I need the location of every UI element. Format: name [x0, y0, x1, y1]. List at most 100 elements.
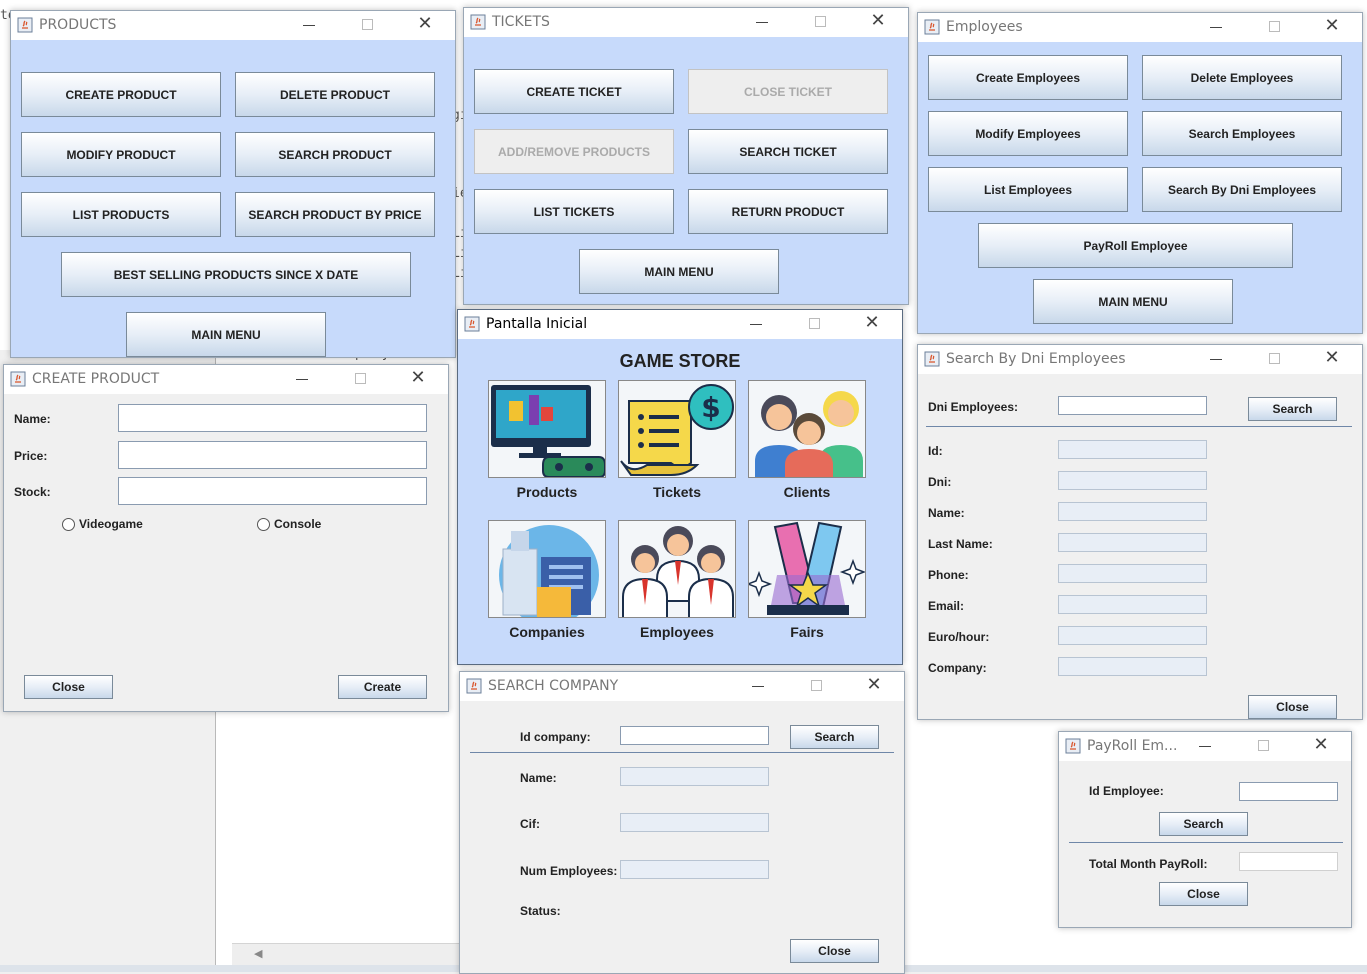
- search-company-titlebar[interactable]: SEARCH COMPANY ✕: [460, 672, 904, 701]
- total-month-payroll-label: Total Month PayRoll:: [1089, 857, 1208, 871]
- main-menu-button[interactable]: MAIN MENU: [1033, 279, 1233, 324]
- search-by-dni-button[interactable]: Search By Dni Employees: [1142, 167, 1342, 212]
- separator: [470, 752, 894, 753]
- close-icon[interactable]: ✕: [1320, 16, 1344, 38]
- close-icon[interactable]: ✕: [413, 14, 437, 36]
- search-ticket-button[interactable]: SEARCH TICKET: [688, 129, 888, 174]
- search-product-button[interactable]: SEARCH PRODUCT: [235, 132, 435, 177]
- dni-field-label: Dni:: [928, 475, 952, 489]
- best-selling-products-button[interactable]: BEST SELLING PRODUCTS SINCE X DATE: [61, 252, 411, 297]
- close-button[interactable]: Close: [790, 939, 879, 963]
- minimize-icon[interactable]: [744, 313, 768, 335]
- search-employees-button[interactable]: Search Employees: [1142, 111, 1342, 156]
- company-field: [1058, 657, 1207, 676]
- close-icon[interactable]: ✕: [1309, 735, 1333, 757]
- fairs-tile[interactable]: [748, 520, 866, 618]
- minimize-icon[interactable]: [1204, 16, 1228, 38]
- employees-titlebar[interactable]: Employees ✕: [918, 13, 1362, 42]
- price-field[interactable]: [118, 441, 427, 469]
- maximize-icon[interactable]: [348, 368, 372, 390]
- products-titlebar[interactable]: PRODUCTS ✕: [11, 11, 455, 40]
- create-product-button[interactable]: CREATE PRODUCT: [21, 72, 221, 117]
- window-title: Search By Dni Employees: [946, 351, 1126, 367]
- companies-tile[interactable]: [488, 520, 606, 618]
- main-menu-button[interactable]: MAIN MENU: [579, 249, 779, 294]
- company-label: Company:: [928, 661, 987, 675]
- stock-field[interactable]: [118, 477, 427, 505]
- last-name-field: [1058, 533, 1207, 552]
- list-tickets-button[interactable]: LIST TICKETS: [474, 189, 674, 234]
- search-product-by-price-button[interactable]: SEARCH PRODUCT BY PRICE: [235, 192, 435, 237]
- search-dni-titlebar[interactable]: Search By Dni Employees ✕: [918, 345, 1362, 374]
- companies-icon: [499, 525, 599, 617]
- create-button[interactable]: Create: [338, 675, 427, 699]
- close-button[interactable]: Close: [1248, 695, 1337, 719]
- maximize-icon[interactable]: [802, 313, 826, 335]
- minimize-icon[interactable]: [1204, 348, 1228, 370]
- clients-tile[interactable]: [748, 380, 866, 478]
- close-button[interactable]: Close: [24, 675, 113, 699]
- tickets-tile[interactable]: $: [618, 380, 736, 478]
- java-icon: [924, 351, 940, 367]
- java-icon: [17, 17, 33, 33]
- minimize-icon[interactable]: [290, 368, 314, 390]
- console-label: Console: [274, 517, 322, 531]
- fairs-icon: [749, 521, 865, 615]
- list-products-button[interactable]: LIST PRODUCTS: [21, 192, 221, 237]
- close-icon[interactable]: ✕: [862, 675, 886, 697]
- minimize-icon[interactable]: [750, 11, 774, 33]
- maximize-icon[interactable]: [355, 14, 379, 36]
- employees-icon: [622, 526, 734, 617]
- products-tile[interactable]: [488, 380, 606, 478]
- modify-employees-button[interactable]: Modify Employees: [928, 111, 1128, 156]
- close-icon[interactable]: ✕: [866, 11, 890, 33]
- list-employees-button[interactable]: List Employees: [928, 167, 1128, 212]
- dni-label: Dni Employees:: [928, 400, 1019, 414]
- payroll-titlebar[interactable]: PayRoll Em... ✕: [1059, 732, 1351, 761]
- separator: [1069, 842, 1343, 843]
- payroll-window: PayRoll Em... ✕ Id Employee: Search Tota…: [1058, 731, 1352, 928]
- id-company-input[interactable]: [620, 726, 769, 745]
- id-employee-input[interactable]: [1239, 782, 1338, 801]
- tickets-icon: $: [620, 384, 734, 476]
- java-icon: [464, 316, 480, 332]
- videogame-radio[interactable]: [62, 518, 75, 531]
- maximize-icon[interactable]: [1262, 348, 1286, 370]
- payroll-employee-button[interactable]: PayRoll Employee: [978, 223, 1293, 268]
- maximize-icon[interactable]: [1251, 735, 1275, 757]
- maximize-icon[interactable]: [804, 675, 828, 697]
- search-button[interactable]: Search: [790, 725, 879, 749]
- create-employees-button[interactable]: Create Employees: [928, 55, 1128, 100]
- tickets-titlebar[interactable]: TICKETS ✕: [464, 8, 908, 37]
- name-field[interactable]: [118, 404, 427, 432]
- add-remove-products-button: ADD/REMOVE PRODUCTS: [474, 129, 674, 174]
- maximize-icon[interactable]: [1262, 16, 1286, 38]
- minimize-icon[interactable]: [746, 675, 770, 697]
- scroll-left-icon[interactable]: ◀: [254, 947, 262, 960]
- close-icon[interactable]: ✕: [1320, 348, 1344, 370]
- return-product-button[interactable]: RETURN PRODUCT: [688, 189, 888, 234]
- minimize-icon[interactable]: [297, 14, 321, 36]
- tickets-window: TICKETS ✕ CREATE TICKET CLOSE TICKET ADD…: [463, 7, 909, 305]
- create-ticket-button[interactable]: CREATE TICKET: [474, 69, 674, 114]
- maximize-icon[interactable]: [808, 11, 832, 33]
- java-icon: [1065, 738, 1081, 754]
- close-icon[interactable]: ✕: [406, 368, 430, 390]
- close-icon[interactable]: ✕: [860, 313, 884, 335]
- search-button[interactable]: Search: [1159, 812, 1248, 836]
- main-menu-button[interactable]: MAIN MENU: [126, 312, 326, 357]
- stock-label: Stock:: [14, 485, 51, 499]
- minimize-icon[interactable]: [1193, 735, 1217, 757]
- delete-employees-button[interactable]: Delete Employees: [1142, 55, 1342, 100]
- create-product-titlebar[interactable]: CREATE PRODUCT ✕: [4, 365, 448, 394]
- search-by-dni-window: Search By Dni Employees ✕ Dni Employees:…: [917, 344, 1363, 720]
- employees-tile[interactable]: [618, 520, 736, 618]
- delete-product-button[interactable]: DELETE PRODUCT: [235, 72, 435, 117]
- console-radio[interactable]: [257, 518, 270, 531]
- modify-product-button[interactable]: MODIFY PRODUCT: [21, 132, 221, 177]
- dni-input[interactable]: [1058, 396, 1207, 415]
- search-button[interactable]: Search: [1248, 397, 1337, 421]
- game-store-heading: GAME STORE: [619, 351, 741, 371]
- pantalla-titlebar[interactable]: Pantalla Inicial ✕: [458, 310, 902, 339]
- close-button[interactable]: Close: [1159, 882, 1248, 906]
